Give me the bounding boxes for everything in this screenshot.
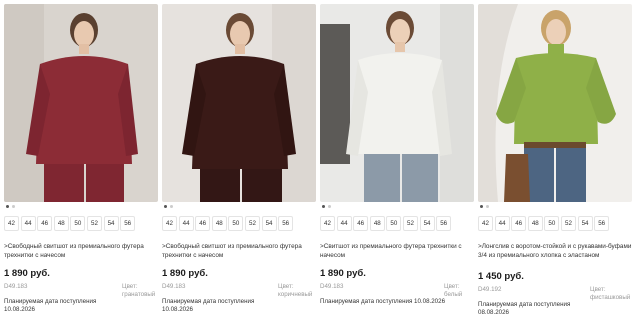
arrival-label: Планируемая дата поступления xyxy=(478,301,571,308)
size-option[interactable]: 42 xyxy=(4,216,19,231)
size-selector: 42 44 46 48 50 52 54 56 xyxy=(478,212,611,231)
product-article: D49.183 xyxy=(162,283,186,290)
arrival-label: Планируемая дата поступления xyxy=(162,298,255,305)
size-selector: 42 44 46 48 50 52 54 56 xyxy=(162,212,295,231)
product-price: 1 450 руб. xyxy=(478,271,524,282)
product-title[interactable]: >Свободный свитшот из премиального футер… xyxy=(162,242,316,260)
pager-dot-active[interactable] xyxy=(322,205,325,208)
size-option[interactable]: 42 xyxy=(478,216,493,231)
size-option[interactable]: 56 xyxy=(278,216,294,231)
size-option[interactable]: 52 xyxy=(244,216,260,231)
product-image[interactable] xyxy=(478,4,632,202)
size-option[interactable]: 42 xyxy=(162,216,177,231)
product-price: 1 890 руб. xyxy=(320,268,366,279)
size-option[interactable]: 44 xyxy=(494,216,510,231)
size-option[interactable]: 50 xyxy=(544,216,560,231)
product-image[interactable] xyxy=(4,4,158,202)
arrival-date: 08.08.2026 xyxy=(478,309,509,316)
product-article: D49.183 xyxy=(320,283,344,290)
size-option[interactable]: 44 xyxy=(20,216,36,231)
pager-dot-active[interactable] xyxy=(6,205,9,208)
product-card[interactable]: 42 44 46 48 50 52 54 56 >Свободный свитшот из п… xyxy=(162,0,316,321)
size-option[interactable]: 48 xyxy=(527,216,543,231)
pager-dot[interactable] xyxy=(170,205,173,208)
arrival-label: Планируемая дата поступления xyxy=(4,298,97,305)
size-option[interactable]: 48 xyxy=(211,216,227,231)
size-option[interactable]: 46 xyxy=(353,216,369,231)
image-pager[interactable] xyxy=(322,205,334,209)
product-color: Цвет: белый xyxy=(444,283,463,298)
size-selector: 42 44 46 48 50 52 54 56 xyxy=(4,212,137,231)
pager-dot[interactable] xyxy=(12,205,15,208)
product-color: Цвет: фисташковый xyxy=(590,286,631,301)
product-article: D49.183 xyxy=(4,283,28,290)
product-card[interactable]: 42 44 46 48 50 52 54 56 >Свободный свитшот из п… xyxy=(4,0,158,321)
size-option[interactable]: 46 xyxy=(195,216,211,231)
image-pager[interactable] xyxy=(164,205,176,209)
size-option[interactable]: 54 xyxy=(261,216,277,231)
pager-dot-active[interactable] xyxy=(164,205,167,208)
size-option[interactable]: 44 xyxy=(336,216,352,231)
size-option[interactable]: 54 xyxy=(103,216,119,231)
size-selector: 42 44 46 48 50 52 54 56 xyxy=(320,212,453,231)
size-option[interactable]: 56 xyxy=(594,216,610,231)
product-image[interactable] xyxy=(162,4,316,202)
size-option[interactable]: 54 xyxy=(419,216,435,231)
product-color: Цвет: коричневый xyxy=(278,283,313,298)
size-option[interactable]: 56 xyxy=(120,216,136,231)
size-option[interactable]: 50 xyxy=(386,216,402,231)
size-option[interactable]: 52 xyxy=(560,216,576,231)
product-image[interactable] xyxy=(320,4,474,202)
arrival-date: 10.08.2026 xyxy=(162,306,193,313)
product-price: 1 890 руб. xyxy=(162,268,208,279)
product-price: 1 890 руб. xyxy=(4,268,50,279)
arrival-label: Планируемая дата поступления 10.08.2026 xyxy=(320,298,446,305)
size-option[interactable]: 46 xyxy=(37,216,53,231)
size-option[interactable]: 46 xyxy=(511,216,527,231)
size-option[interactable]: 56 xyxy=(436,216,452,231)
pager-dot[interactable] xyxy=(486,205,489,208)
size-option[interactable]: 50 xyxy=(70,216,86,231)
size-option[interactable]: 50 xyxy=(228,216,244,231)
product-title[interactable]: >Свободный свитшот из премиального футер… xyxy=(4,242,158,260)
size-option[interactable]: 42 xyxy=(320,216,335,231)
size-option[interactable]: 48 xyxy=(53,216,69,231)
image-pager[interactable] xyxy=(480,205,492,209)
product-title[interactable]: >Лонгслив с воротом-стойкой и с рукавами… xyxy=(478,242,632,260)
size-option[interactable]: 52 xyxy=(86,216,102,231)
product-article: D49.192 xyxy=(478,286,502,293)
product-title[interactable]: >Свитшот из премиального футера трехнитк… xyxy=(320,242,474,260)
product-card[interactable]: 42 44 46 48 50 52 54 56 >Лонгслив с воротом-сто… xyxy=(478,0,632,321)
product-color: Цвет: гранатовый xyxy=(122,283,156,298)
image-pager[interactable] xyxy=(6,205,18,209)
product-card[interactable]: 42 44 46 48 50 52 54 56 >Свитшот из премиальног… xyxy=(320,0,474,321)
size-option[interactable]: 44 xyxy=(178,216,194,231)
size-option[interactable]: 52 xyxy=(402,216,418,231)
size-option[interactable]: 54 xyxy=(577,216,593,231)
arrival-date: 10.08.2026 xyxy=(4,306,35,313)
pager-dot-active[interactable] xyxy=(480,205,483,208)
size-option[interactable]: 48 xyxy=(369,216,385,231)
pager-dot[interactable] xyxy=(328,205,331,208)
